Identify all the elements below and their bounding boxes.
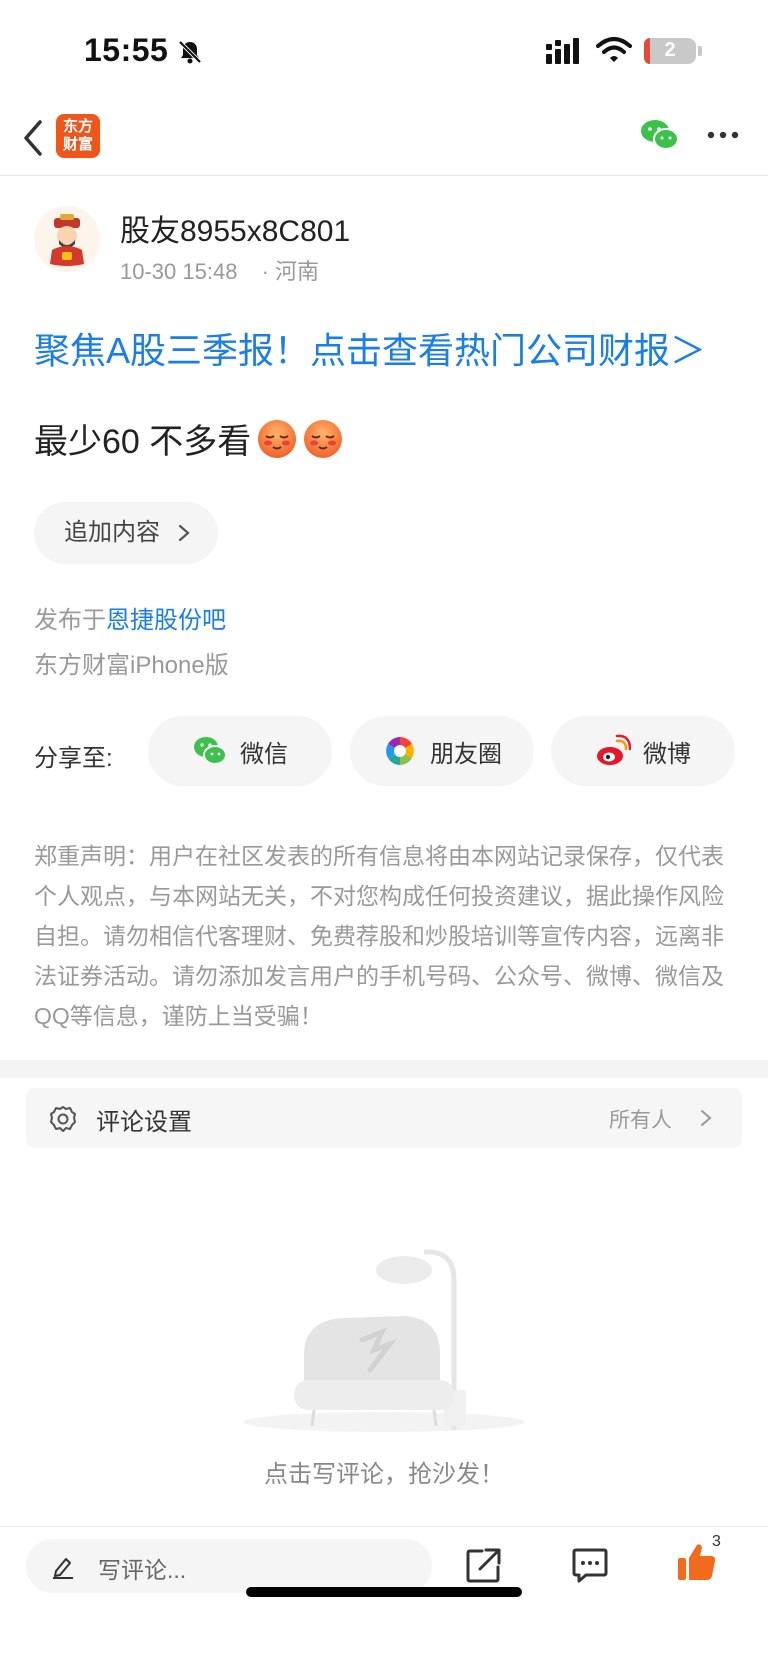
share-label: 分享至: xyxy=(34,745,113,772)
app-logo[interactable]: 东方 财富 xyxy=(56,114,100,158)
forum-link[interactable]: 恩捷股份吧 xyxy=(106,607,226,634)
empty-comments-text[interactable]: 点击写评论，抢沙发！ xyxy=(0,1454,768,1489)
gear-icon xyxy=(50,1106,76,1132)
pencil-icon xyxy=(53,1558,73,1579)
bell-muted-icon xyxy=(178,40,202,64)
wechat-icon xyxy=(194,737,227,765)
author-avatar[interactable] xyxy=(34,206,100,272)
section-divider xyxy=(0,1060,768,1078)
post-location: · 河南 xyxy=(261,259,320,284)
share-icon[interactable] xyxy=(464,1545,504,1585)
empty-sofa-illustration xyxy=(244,1249,524,1432)
share-moments-button[interactable]: 朋友圈 xyxy=(350,716,534,786)
comment-settings-row[interactable]: 评论设置 所有人 xyxy=(26,1088,742,1148)
post-time: 10-30 15:48 xyxy=(120,259,238,284)
share-moments-label: 朋友圈 xyxy=(430,740,502,768)
wechat-share-icon[interactable] xyxy=(640,118,680,152)
like-count: 3 xyxy=(712,1533,721,1550)
write-comment-input[interactable]: 写评论... xyxy=(26,1539,432,1593)
bottom-action-bar: 写评论... 3 xyxy=(0,1526,768,1665)
share-weibo-label: 微博 xyxy=(643,740,691,768)
top-nav-bar: 东方 财富 xyxy=(0,100,768,176)
add-content-label: 追加内容 xyxy=(64,519,160,546)
status-time: 15:55 xyxy=(84,32,169,68)
chevron-right-icon xyxy=(701,1110,712,1126)
share-weibo-button[interactable]: 微博 xyxy=(551,716,735,786)
chevron-right-icon xyxy=(178,524,190,542)
battery-level: 2 xyxy=(664,39,676,61)
status-bar: 15:55 2 xyxy=(0,0,768,100)
promo-link[interactable]: 聚焦A股三季报！点击查看热门公司财报＞ xyxy=(34,322,706,374)
back-arrow-icon[interactable] xyxy=(20,118,48,158)
more-options-icon[interactable] xyxy=(706,130,740,140)
posted-in: 发布于恩捷股份吧 xyxy=(34,600,226,635)
blush-emoji-icon xyxy=(258,419,297,458)
comment-icon[interactable] xyxy=(570,1545,610,1585)
comment-settings-value: 所有人 xyxy=(609,1109,672,1132)
post-content: 最少60 不多看 xyxy=(34,414,343,463)
weibo-icon xyxy=(597,734,631,765)
share-wechat-label: 微信 xyxy=(240,740,288,768)
post-text: 最少60 不多看 xyxy=(34,423,252,461)
battery-indicator: 2 xyxy=(644,38,696,64)
home-indicator xyxy=(246,1587,522,1597)
moments-icon xyxy=(386,737,414,765)
comment-settings-label: 评论设置 xyxy=(96,1109,192,1136)
post-device: 东方财富iPhone版 xyxy=(34,652,229,679)
disclaimer-text: 郑重声明：用户在社区发表的所有信息将由本网站记录保存，仅代表个人观点，与本网站无… xyxy=(34,843,724,1029)
post-meta: 10-30 15:48 · 河南 xyxy=(120,254,337,286)
write-comment-placeholder: 写评论... xyxy=(98,1557,187,1583)
blush-emoji-icon xyxy=(304,419,343,458)
add-content-button[interactable]: 追加内容 xyxy=(34,502,218,564)
posted-in-prefix: 发布于 xyxy=(34,607,106,634)
wifi-icon xyxy=(596,37,632,62)
cellular-signal-icon xyxy=(546,38,579,64)
author-name[interactable]: 股友8955x8C801 xyxy=(120,206,350,250)
share-wechat-button[interactable]: 微信 xyxy=(148,716,332,786)
battery-tip xyxy=(698,46,702,56)
